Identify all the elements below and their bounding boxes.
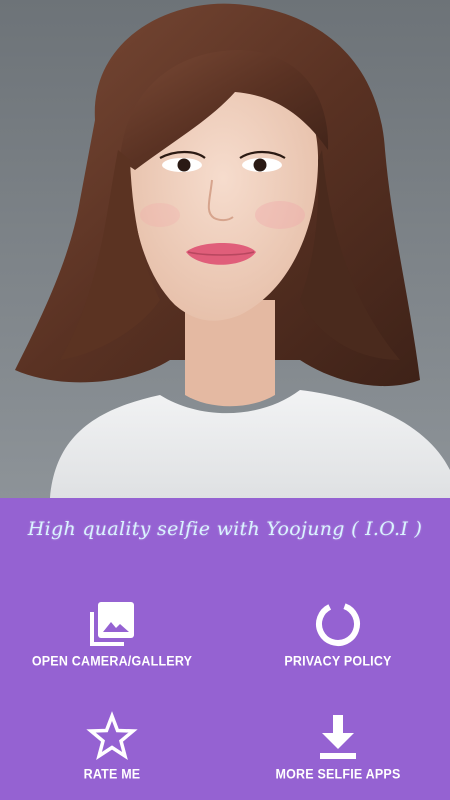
download-icon — [312, 711, 364, 763]
privacy-policy-label: PRIVACY POLICY — [284, 653, 392, 669]
rate-me-button[interactable]: RATE ME — [12, 711, 212, 800]
menu-panel: High quality selfie with Yoojung ( I.O.I… — [0, 498, 450, 800]
more-selfie-apps-label: MORE SELFIE APPS — [275, 766, 401, 782]
star-outline-icon — [86, 711, 138, 763]
rate-me-label: RATE ME — [83, 766, 141, 782]
more-selfie-apps-button[interactable]: MORE SELFIE APPS — [238, 711, 438, 800]
gallery-icon — [86, 598, 138, 650]
headline: High quality selfie with Yoojung ( I.O.I… — [27, 518, 423, 540]
portrait-photo — [0, 0, 450, 498]
ring-loader-icon — [312, 598, 364, 650]
open-camera-gallery-label: OPEN CAMERA/GALLERY — [31, 653, 193, 669]
app-screen: High quality selfie with Yoojung ( I.O.I… — [0, 0, 450, 800]
privacy-policy-button[interactable]: PRIVACY POLICY — [238, 598, 438, 688]
open-camera-gallery-button[interactable]: OPEN CAMERA/GALLERY — [12, 598, 212, 688]
